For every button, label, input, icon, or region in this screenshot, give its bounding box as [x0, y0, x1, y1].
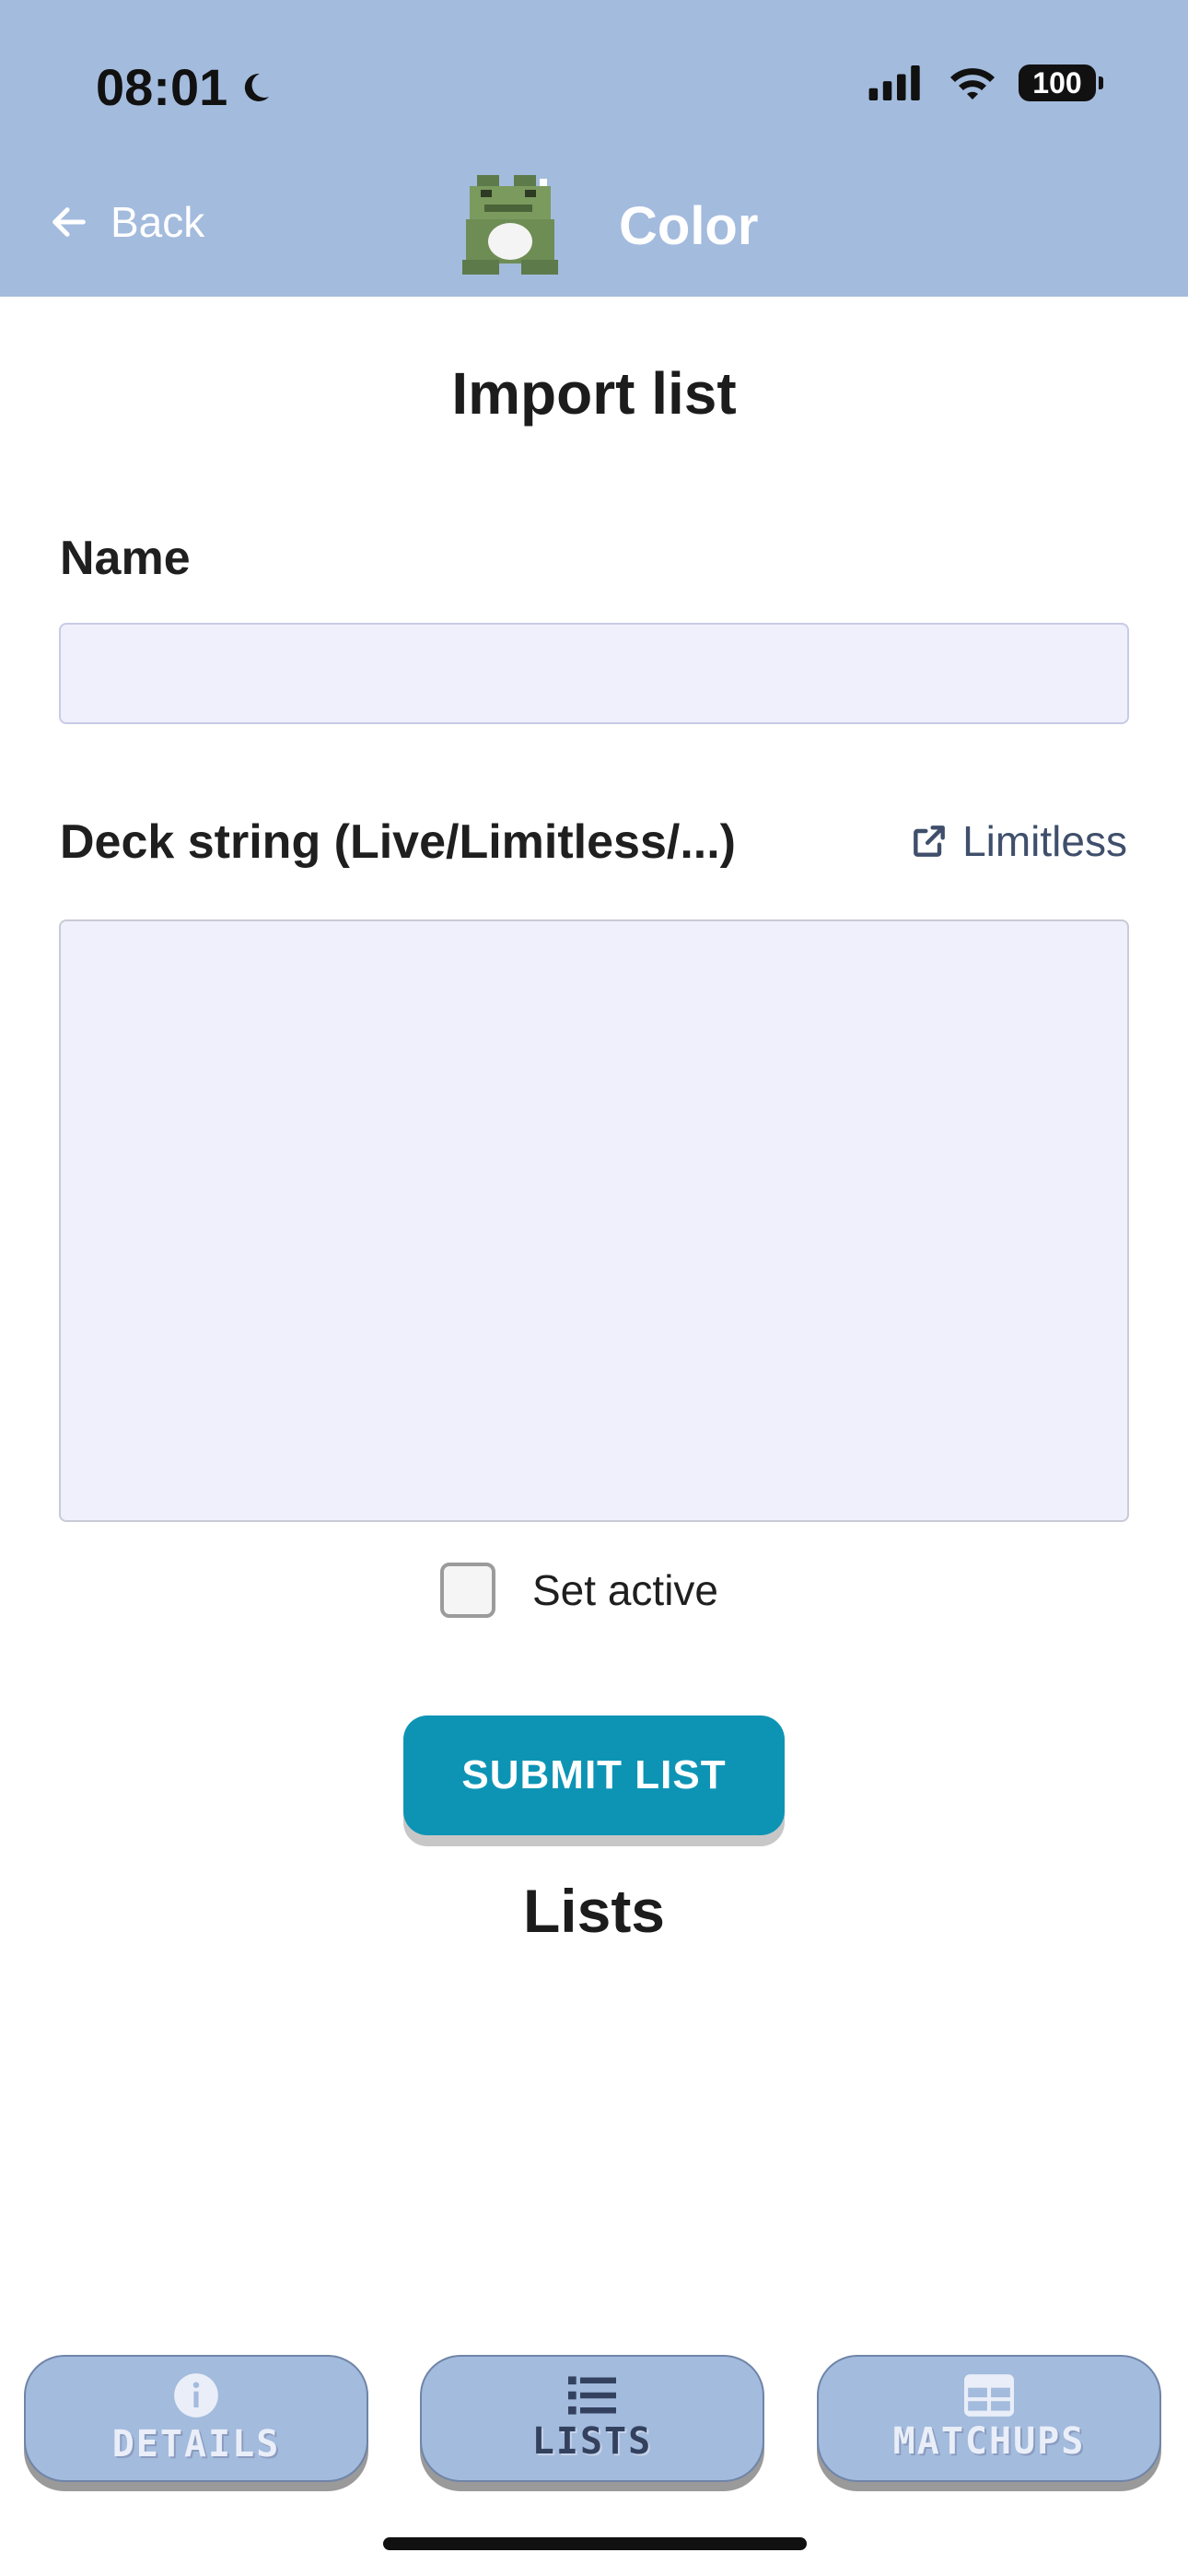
external-link-icon — [914, 825, 945, 857]
tab-lists-label: LISTS — [531, 2420, 653, 2463]
tab-details[interactable]: DETAILS — [24, 2355, 368, 2482]
moon-icon — [245, 73, 270, 101]
lists-heading: Lists — [522, 1877, 666, 1945]
back-label: Back — [111, 198, 205, 246]
list-icon — [568, 2376, 616, 2415]
battery-icon: 100 — [1019, 64, 1103, 101]
tab-matchups[interactable]: MATCHUPS — [817, 2355, 1161, 2482]
set-active-row[interactable]: Set active — [440, 1563, 718, 1618]
page-title: Color — [619, 196, 759, 256]
set-active-label: Set active — [532, 1566, 718, 1614]
status-time-text: 08:01 — [96, 58, 228, 116]
tab-details-label: DETAILS — [111, 2423, 281, 2465]
set-active-checkbox[interactable] — [440, 1563, 495, 1618]
info-icon — [174, 2373, 218, 2418]
deck-string-label: Deck string (Live/Limitless/...) — [60, 815, 736, 869]
limitless-link-label: Limitless — [962, 817, 1127, 865]
status-time: 08:01 — [96, 57, 274, 117]
deck-string-textarea[interactable] — [59, 919, 1129, 1522]
battery-level: 100 — [1032, 65, 1082, 100]
home-indicator — [383, 2537, 807, 2550]
import-list-heading: Import list — [451, 360, 737, 427]
name-label: Name — [60, 532, 191, 585]
limitless-link[interactable]: Limitless — [909, 816, 1127, 866]
signal-icon — [868, 65, 920, 100]
tab-matchups-label: MATCHUPS — [892, 2420, 1086, 2463]
arrow-left-icon — [52, 207, 86, 237]
submit-list-button[interactable]: SUBMIT LIST — [403, 1715, 785, 1835]
status-icons: 100 — [868, 64, 1103, 101]
back-button[interactable]: Back — [48, 197, 204, 247]
app-header: 08:01 100 Back Color — [0, 0, 1188, 297]
frog-mascot-icon — [462, 175, 558, 275]
name-input[interactable] — [59, 623, 1129, 724]
tab-lists[interactable]: LISTS — [420, 2355, 764, 2482]
wifi-icon — [950, 68, 995, 100]
grid-icon — [964, 2374, 1014, 2417]
